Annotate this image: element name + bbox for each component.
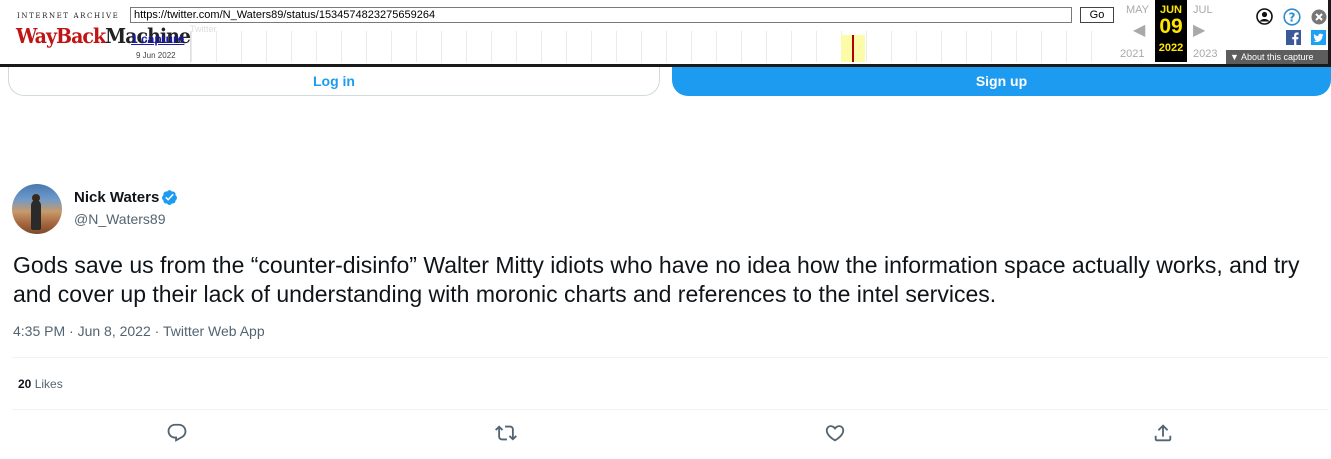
user-account-icon[interactable] [1256, 8, 1273, 25]
display-name[interactable]: Nick Waters [74, 189, 159, 206]
triangle-down-icon: ▼ [1230, 52, 1239, 62]
prev-capture-arrow-icon[interactable]: ◀ [1133, 23, 1145, 39]
about-capture-label: About this capture [1240, 52, 1314, 62]
wayback-logo-caption: INTERNET ARCHIVE [17, 12, 120, 20]
likes-label: Likes [34, 377, 63, 391]
login-button[interactable]: Log in [8, 66, 660, 96]
go-button[interactable]: Go [1080, 7, 1114, 23]
about-capture-toggle[interactable]: ▼ About this capture [1226, 50, 1328, 64]
capture-sparkline[interactable] [190, 31, 1115, 62]
current-capture-date: JUN 09 2022 [1155, 0, 1187, 62]
signup-button[interactable]: Sign up [672, 66, 1331, 96]
tweet-text: Gods save us from the “counter-disinfo” … [13, 252, 1300, 307]
wayback-url-input[interactable]: https://twitter.com/N_Waters89/status/15… [130, 7, 1072, 23]
retweet-icon[interactable] [495, 422, 517, 444]
wayback-toolbar: INTERNET ARCHIVE WayBackMachine https://… [0, 0, 1331, 67]
tweet-timestamp[interactable]: 4:35 PM · Jun 8, 2022 · Twitter Web App [13, 323, 265, 339]
sparkline-capture-marker[interactable] [852, 35, 854, 62]
divider [12, 409, 1328, 410]
capture-date-range: 9 Jun 2022 [136, 51, 176, 60]
twitter-share-icon[interactable] [1311, 30, 1326, 45]
close-icon[interactable] [1311, 9, 1327, 25]
likes-number: 20 [18, 377, 32, 391]
avatar[interactable] [12, 184, 62, 234]
prev-month-label[interactable]: MAY [1126, 4, 1149, 16]
user-handle[interactable]: @N_Waters89 [74, 211, 166, 227]
toolbar-bottom-border [0, 64, 1331, 67]
like-icon[interactable] [824, 422, 846, 444]
next-month-label[interactable]: JUL [1193, 4, 1213, 16]
facebook-icon[interactable] [1286, 30, 1301, 45]
captures-link[interactable]: 1 capture [131, 32, 184, 46]
reply-icon[interactable] [166, 422, 188, 444]
help-icon[interactable]: ? [1283, 8, 1301, 26]
next-year-label[interactable]: 2023 [1193, 48, 1217, 60]
wayback-logo-wayback: WayBack [16, 24, 106, 49]
prev-year-label[interactable]: 2021 [1120, 48, 1144, 60]
next-capture-arrow-icon[interactable]: ▶ [1193, 23, 1205, 39]
current-day: 09 [1159, 15, 1183, 38]
verified-badge-icon [162, 190, 177, 205]
current-month: JUN [1159, 4, 1182, 16]
likes-count[interactable]: 20 Likes [18, 377, 63, 391]
share-icon[interactable] [1152, 422, 1174, 444]
avatar-figure-body [31, 200, 41, 230]
wayback-logo[interactable]: WayBackMachine [16, 22, 191, 51]
svg-text:?: ? [1289, 11, 1296, 25]
current-year: 2022 [1158, 42, 1184, 54]
divider [12, 357, 1328, 358]
